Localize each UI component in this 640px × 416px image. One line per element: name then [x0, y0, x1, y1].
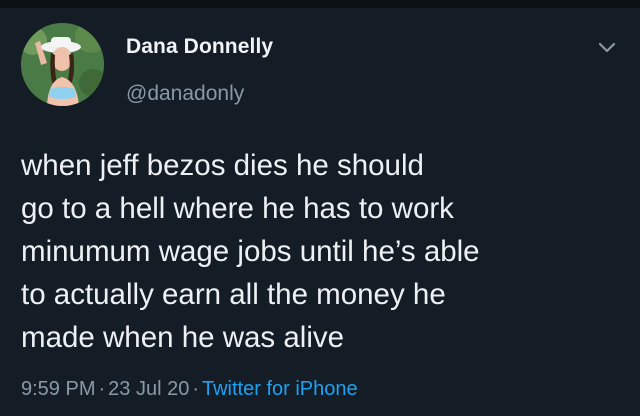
chevron-down-icon[interactable] — [596, 36, 618, 58]
tweet-text-line: made when he was alive — [21, 321, 345, 354]
tweet-source-link[interactable]: Twitter for iPhone — [202, 378, 358, 400]
tweet-text: when jeff bezos dies he should go to a h… — [21, 144, 621, 359]
separator: · — [98, 378, 106, 400]
tweet-card: Dana Donnelly @danadonly when jeff bezos… — [0, 8, 640, 416]
tweet-time[interactable]: 9:59 PM — [21, 378, 95, 400]
tweet-metadata: 9:59 PM · 23 Jul 20 · Twitter for iPhone — [21, 378, 358, 401]
top-edge — [0, 0, 640, 8]
display-name[interactable]: Dana Donnelly — [126, 35, 273, 59]
user-handle[interactable]: @danadonly — [126, 82, 244, 106]
avatar[interactable] — [21, 23, 104, 106]
tweet-date[interactable]: 23 Jul 20 — [108, 378, 189, 400]
profile-photo-icon — [21, 23, 104, 106]
tweet-text-line: when jeff bezos dies he should — [21, 149, 424, 182]
separator: · — [192, 378, 199, 400]
tweet-text-line: to actually earn all the money he — [21, 278, 446, 311]
tweet-text-line: minumum wage jobs until he’s able — [21, 235, 480, 268]
tweet-text-line: go to a hell where he has to work — [21, 192, 454, 225]
